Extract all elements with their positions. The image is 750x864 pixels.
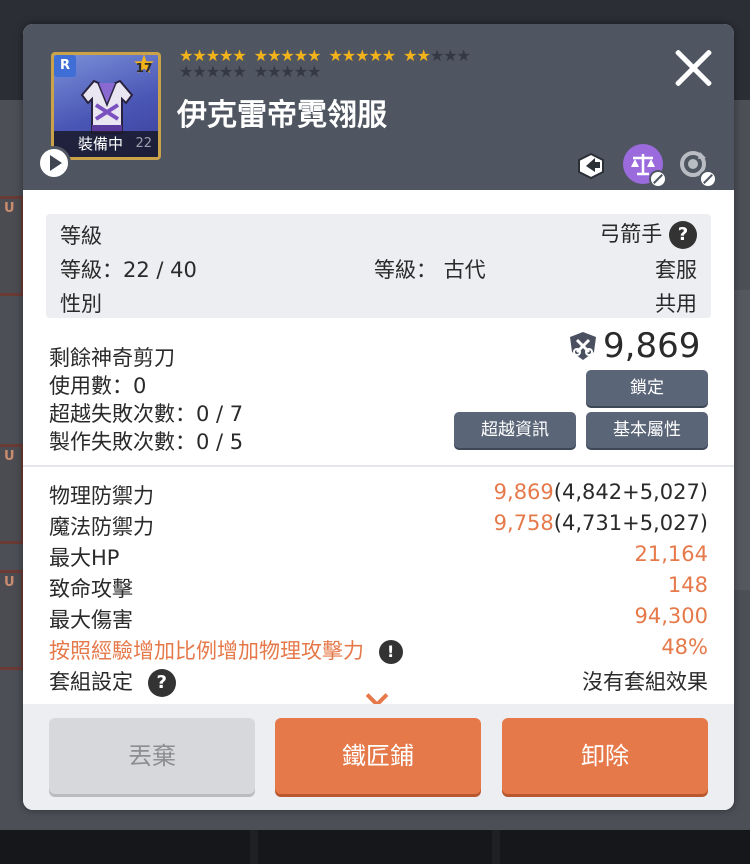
share-button[interactable] bbox=[571, 144, 611, 184]
background-card: U bbox=[0, 444, 24, 544]
dialog-header: R ★ 17 裝備中 22 ★★★★★ ★★★★★ ★★★★★ ★★★★★ ★★… bbox=[23, 24, 734, 190]
scissors-label: 剩餘神奇剪刀 bbox=[49, 346, 175, 370]
robe-icon bbox=[80, 79, 134, 134]
item-name: 伊克雷帝霓翎服 bbox=[177, 98, 387, 133]
unequip-button[interactable]: 卸除 bbox=[502, 718, 708, 794]
stat-label: 最大HP bbox=[49, 546, 120, 570]
craft-fail-count: 製作失敗次數：0 / 5 bbox=[49, 430, 244, 454]
stat-value: 9,869(4,842+5,027) bbox=[493, 480, 708, 504]
stat-value: 21,164 bbox=[634, 542, 708, 566]
close-button[interactable] bbox=[671, 46, 715, 90]
transcend-fail-count: 超越失敗次數：0 / 7 bbox=[49, 402, 244, 426]
stat-value: 9,758(4,731+5,027) bbox=[493, 511, 708, 535]
disabled-badge-icon bbox=[699, 170, 717, 188]
item-detail-dialog: R ★ 17 裝備中 22 ★★★★★ ★★★★★ ★★★★★ ★★★★★ ★★… bbox=[23, 24, 734, 810]
use-count: 使用數：0 bbox=[49, 374, 147, 398]
set-setting: 套組設定 ? bbox=[49, 666, 176, 697]
item-level-short: 22 bbox=[135, 136, 152, 151]
background-card: U bbox=[0, 570, 24, 670]
star-row: ★★★★★ ★★★★★ bbox=[179, 62, 321, 81]
item-level: 等級：22 / 40 bbox=[60, 258, 197, 282]
rarity-badge: R bbox=[54, 55, 76, 77]
item-grade: 等級： 古代 bbox=[374, 258, 486, 282]
share-icon bbox=[578, 152, 604, 180]
transcend-info-button[interactable]: 超越資訊 bbox=[454, 412, 576, 448]
stat-value: 148 bbox=[667, 573, 708, 597]
set-type: 套服 bbox=[655, 258, 697, 282]
equipped-tag: 裝備中 22 bbox=[54, 131, 158, 157]
scissors-shield-icon bbox=[570, 332, 596, 360]
gender-label: 性別 bbox=[60, 292, 102, 316]
compare-button[interactable] bbox=[623, 144, 667, 188]
item-info-box: 等級 弓箭手 ? 等級：22 / 40 等級： 古代 套服 性別 共用 bbox=[46, 214, 711, 318]
info-icon[interactable]: ! bbox=[378, 640, 403, 664]
stat-label: 魔法防禦力 bbox=[49, 515, 154, 539]
class-requirement: 弓箭手 ? bbox=[599, 218, 697, 249]
gender-value: 共用 bbox=[655, 292, 697, 316]
stat-label: 致命攻擊 bbox=[49, 577, 133, 601]
base-attribute-button[interactable]: 基本屬性 bbox=[586, 412, 708, 448]
scissors-count: 9,869 bbox=[603, 326, 701, 366]
disabled-badge-icon bbox=[649, 170, 667, 188]
exp-bonus-stat: 按照經驗增加比例增加物理攻擊力 ! bbox=[49, 635, 403, 665]
stat-value: 94,300 bbox=[634, 604, 708, 628]
blacksmith-button[interactable]: 鐵匠鋪 bbox=[275, 718, 481, 794]
help-icon[interactable]: ? bbox=[669, 221, 697, 249]
background-bottom-bar bbox=[0, 830, 750, 864]
stat-value: 48% bbox=[661, 635, 708, 659]
preview-play-button[interactable] bbox=[37, 146, 71, 180]
discard-button[interactable]: 丟棄 bbox=[49, 718, 255, 794]
background-side-panel bbox=[732, 290, 750, 590]
star-rating: ★★★★★ ★★★★★ ★★★★★ ★★★★★ ★★★★★ ★★★★★ bbox=[179, 48, 559, 80]
play-icon bbox=[49, 155, 62, 171]
stat-label: 物理防禦力 bbox=[49, 484, 154, 508]
set-setting-value: 沒有套組效果 bbox=[582, 670, 708, 694]
background-card: U bbox=[0, 196, 24, 296]
divider bbox=[23, 465, 734, 467]
help-icon[interactable]: ? bbox=[147, 669, 176, 697]
stat-label: 最大傷害 bbox=[49, 608, 133, 632]
item-thumbnail[interactable]: R ★ 17 裝備中 22 bbox=[51, 52, 161, 160]
reset-button[interactable] bbox=[673, 144, 717, 188]
rank-label: 等級 bbox=[60, 224, 102, 248]
lock-button[interactable]: 鎖定 bbox=[586, 370, 708, 406]
